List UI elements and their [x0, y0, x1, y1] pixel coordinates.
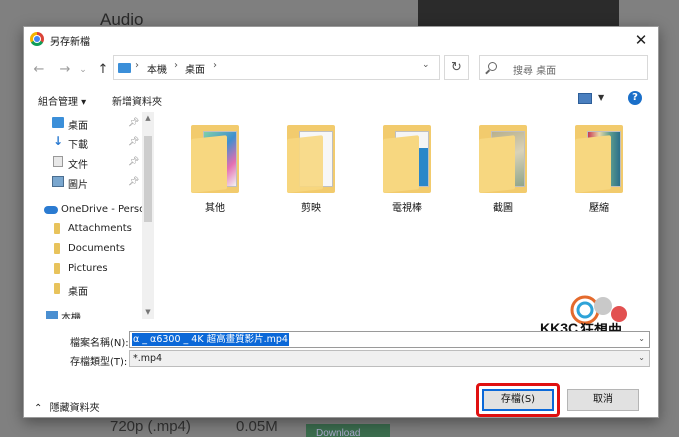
nav-item-label: 圖片	[68, 180, 88, 191]
nav-item-this-pc[interactable]: 本機	[24, 306, 142, 319]
hide-folders-toggle[interactable]: ⌃ 隱藏資料夾	[34, 399, 100, 414]
folder-name: 電視棒	[392, 203, 422, 214]
nav-item-onedrive-pictures[interactable]: Pictures	[24, 260, 142, 279]
nav-item-label: 文件	[68, 160, 88, 171]
nav-item-onedrive-documents[interactable]: Documents	[24, 240, 142, 259]
background-download-button: Download	[306, 424, 390, 437]
folder-item[interactable]: 壓縮	[561, 122, 637, 222]
filetype-label: 存檔類型(T):	[70, 357, 128, 368]
folder-icon	[54, 243, 60, 254]
desktop-icon	[52, 117, 64, 128]
nav-item-pictures[interactable]: 圖片 📌︎	[24, 173, 142, 192]
hide-folders-label: 隱藏資料夾	[49, 403, 100, 414]
folder-icon	[575, 125, 625, 195]
folder-icon	[54, 263, 60, 274]
filetype-value: *.mp4	[133, 353, 163, 364]
scroll-down-icon[interactable]: ▼	[142, 308, 154, 316]
folder-name: 壓縮	[589, 203, 609, 214]
folder-icon	[479, 125, 529, 195]
help-icon[interactable]: ?	[628, 91, 642, 105]
chevron-down-icon[interactable]: ⌄	[638, 334, 645, 343]
scroll-thumb[interactable]	[144, 136, 152, 222]
dialog-titlebar: 另存新檔 ✕	[24, 27, 658, 53]
forward-arrow-icon[interactable]: →	[56, 61, 74, 79]
breadcrumb-desktop[interactable]: 桌面	[185, 61, 205, 76]
nav-item-label: OneDrive - Perso	[61, 204, 146, 215]
nav-item-label: 本機	[61, 313, 81, 319]
cancel-button[interactable]: 取消	[567, 389, 639, 411]
chevron-right-icon: ›	[174, 60, 178, 71]
folder-name: 截圖	[493, 203, 513, 214]
chevron-right-icon: ›	[135, 60, 139, 71]
search-icon	[488, 62, 497, 71]
up-arrow-icon[interactable]: ↑	[94, 61, 112, 79]
save-as-dialog: 另存新檔 ✕ ← → ⌄ ↑ › 本機 › 桌面 › ⌄ ↻ 搜尋 桌面 組合管…	[23, 26, 659, 418]
pc-icon	[46, 311, 58, 319]
pin-icon: 📌︎	[128, 118, 140, 128]
pin-icon: 📌︎	[128, 157, 140, 167]
documents-icon	[53, 156, 63, 167]
background-size: 0.05M	[236, 418, 278, 435]
folder-item[interactable]: 電視棒	[369, 122, 445, 222]
breadcrumb-this-pc[interactable]: 本機	[147, 61, 167, 76]
nav-item-label: 桌面	[68, 287, 88, 298]
nav-item-downloads[interactable]: ↓ 下載 📌︎	[24, 133, 142, 152]
nav-item-onedrive[interactable]: OneDrive - Perso	[24, 201, 146, 220]
chevron-down-icon[interactable]: ⌄	[638, 353, 645, 362]
view-options-icon[interactable]	[578, 93, 592, 104]
filetype-select[interactable]: *.mp4 ⌄	[129, 350, 650, 367]
nav-item-attachments[interactable]: Attachments	[24, 220, 142, 239]
folder-item[interactable]: 截圖	[465, 122, 541, 222]
search-input[interactable]: 搜尋 桌面	[479, 55, 648, 80]
nav-item-label: Pictures	[68, 263, 108, 274]
scroll-up-icon[interactable]: ▲	[142, 114, 154, 122]
folder-icon	[54, 223, 60, 234]
download-icon: ↓	[52, 134, 64, 148]
folder-icon	[383, 125, 433, 195]
nav-item-documents[interactable]: 文件 📌︎	[24, 153, 142, 172]
filename-label: 檔案名稱(N):	[70, 338, 129, 349]
filename-value: α _ α6300 _ 4K 超高畫質影片.mp4	[132, 333, 289, 346]
nav-scrollbar[interactable]: ▲ ▼	[142, 112, 154, 319]
address-dropdown-icon[interactable]: ⌄	[422, 60, 430, 70]
view-dropdown-icon[interactable]: ▼	[598, 93, 604, 102]
back-arrow-icon[interactable]: ←	[30, 61, 48, 79]
chevron-up-icon: ⌃	[34, 403, 43, 414]
organize-button[interactable]: 組合管理 ▾	[38, 93, 86, 108]
folder-icon	[54, 283, 60, 294]
folder-icon	[287, 125, 337, 195]
nav-item-label: 桌面	[68, 121, 88, 132]
pictures-icon	[52, 176, 64, 187]
navigation-pane: 桌面 📌︎ ↓ 下載 📌︎ 文件 📌︎ 圖片 📌︎ OneDrive - Per…	[24, 112, 154, 319]
folder-item[interactable]: 其他	[177, 122, 253, 222]
filename-input[interactable]: α _ α6300 _ 4K 超高畫質影片.mp4 ⌄	[129, 331, 650, 348]
save-button-highlight	[476, 383, 560, 417]
pin-icon: 📌︎	[128, 177, 140, 187]
folder-item[interactable]: 剪映	[273, 122, 349, 222]
address-bar[interactable]: › 本機 › 桌面 ›	[113, 55, 440, 80]
nav-item-desktop[interactable]: 桌面 📌︎	[24, 114, 142, 133]
pc-icon	[118, 63, 131, 73]
background-video-thumbnail	[418, 0, 619, 26]
close-icon[interactable]: ✕	[630, 29, 652, 51]
nav-item-label: 下載	[68, 140, 88, 151]
nav-item-onedrive-desktop[interactable]: 桌面	[24, 280, 142, 299]
onedrive-icon	[44, 206, 58, 214]
nav-item-label: Documents	[68, 243, 126, 254]
chrome-icon	[30, 32, 44, 46]
new-folder-button[interactable]: 新增資料夾	[112, 93, 162, 108]
nav-item-label: Attachments	[68, 223, 132, 234]
chevron-right-icon: ›	[213, 60, 217, 71]
pin-icon: 📌︎	[128, 137, 140, 147]
search-placeholder: 搜尋 桌面	[513, 66, 557, 77]
folder-name: 剪映	[301, 203, 321, 214]
dialog-title: 另存新檔	[50, 37, 90, 48]
folder-name: 其他	[205, 203, 225, 214]
refresh-icon[interactable]: ↻	[444, 55, 469, 80]
file-list: 其他 剪映 電視棒 截圖 壓縮	[155, 112, 658, 319]
recent-dropdown-icon[interactable]: ⌄	[74, 61, 92, 79]
background-resolution: 720p (.mp4)	[110, 418, 191, 435]
folder-icon	[191, 125, 241, 195]
